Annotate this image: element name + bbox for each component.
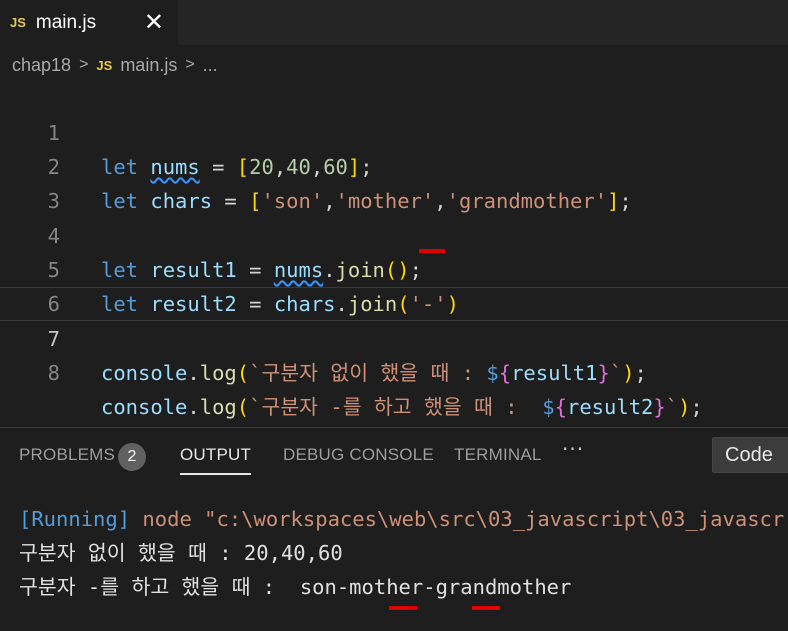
code-text: console.log(`구분자 -를 하고 했을 때 : ${result2}…	[101, 395, 703, 419]
tab-terminal[interactable]: TERMINAL	[454, 445, 542, 465]
panel-tab-bar: PROBLEMS 2 OUTPUT DEBUG CONSOLE TERMINAL…	[0, 428, 788, 486]
code-text: console.log(`구분자 없이 했을 때 : ${result1}`);	[101, 361, 647, 385]
chevron-right-icon: >	[185, 56, 195, 73]
tab-output[interactable]: OUTPUT	[180, 445, 252, 475]
tab-debug-console[interactable]: DEBUG CONSOLE	[283, 445, 434, 465]
code-line-active: 7 console.log(`구분자 없이 했을 때 : ${result1}`…	[0, 287, 788, 385]
code-line: 6	[0, 253, 788, 316]
editor-tab-bar: JS main.js ✕	[0, 0, 788, 45]
output-line: 구분자 없이 했을 때 : 20,40,60	[19, 541, 343, 565]
javascript-file-icon: JS	[96, 57, 113, 73]
output-line: [Running] node "c:\workspaces\web\src\03…	[19, 507, 785, 531]
breadcrumb-folder[interactable]: chap18	[12, 55, 71, 76]
line-number: 8	[47, 361, 60, 385]
code-line: 3	[0, 150, 788, 213]
more-icon[interactable]: ···	[562, 437, 584, 461]
breadcrumb-file[interactable]: main.js	[120, 55, 177, 76]
tab-problems[interactable]: PROBLEMS	[19, 445, 115, 465]
chevron-right-icon: >	[79, 56, 89, 73]
vscode-window: JS main.js ✕ chap18 > JS main.js > ... 1…	[0, 0, 788, 631]
tab-main-js[interactable]: JS main.js ✕	[0, 0, 178, 45]
code-editor[interactable]: 1 let nums = [20,40,60]; 2 let chars = […	[0, 82, 788, 427]
code-line: 1 let nums = [20,40,60];	[0, 82, 788, 179]
code-line: 4 let result1 = nums.join();	[0, 185, 788, 282]
annotation-underline	[472, 606, 500, 610]
code-line: 2 let chars = ['son','mother','grandmoth…	[0, 116, 788, 213]
output-channel-select[interactable]: Code	[712, 437, 788, 473]
bottom-panel: PROBLEMS 2 OUTPUT DEBUG CONSOLE TERMINAL…	[0, 427, 788, 631]
javascript-file-icon: JS	[10, 15, 26, 30]
breadcrumb-symbol[interactable]: ...	[203, 55, 218, 76]
breadcrumb: chap18 > JS main.js > ...	[0, 45, 788, 85]
tab-title: main.js	[35, 11, 97, 33]
annotation-underline	[389, 606, 417, 610]
code-line: 8 console.log(`구분자 -를 하고 했을 때 : ${result…	[0, 322, 788, 419]
output-line: 구분자 -를 하고 했을 때 : son-mother-grandmother	[19, 575, 572, 599]
code-line: 5 let result2 = chars.join('-')	[0, 219, 788, 316]
close-icon[interactable]: ✕	[144, 8, 164, 36]
problems-count-badge: 2	[118, 443, 146, 471]
